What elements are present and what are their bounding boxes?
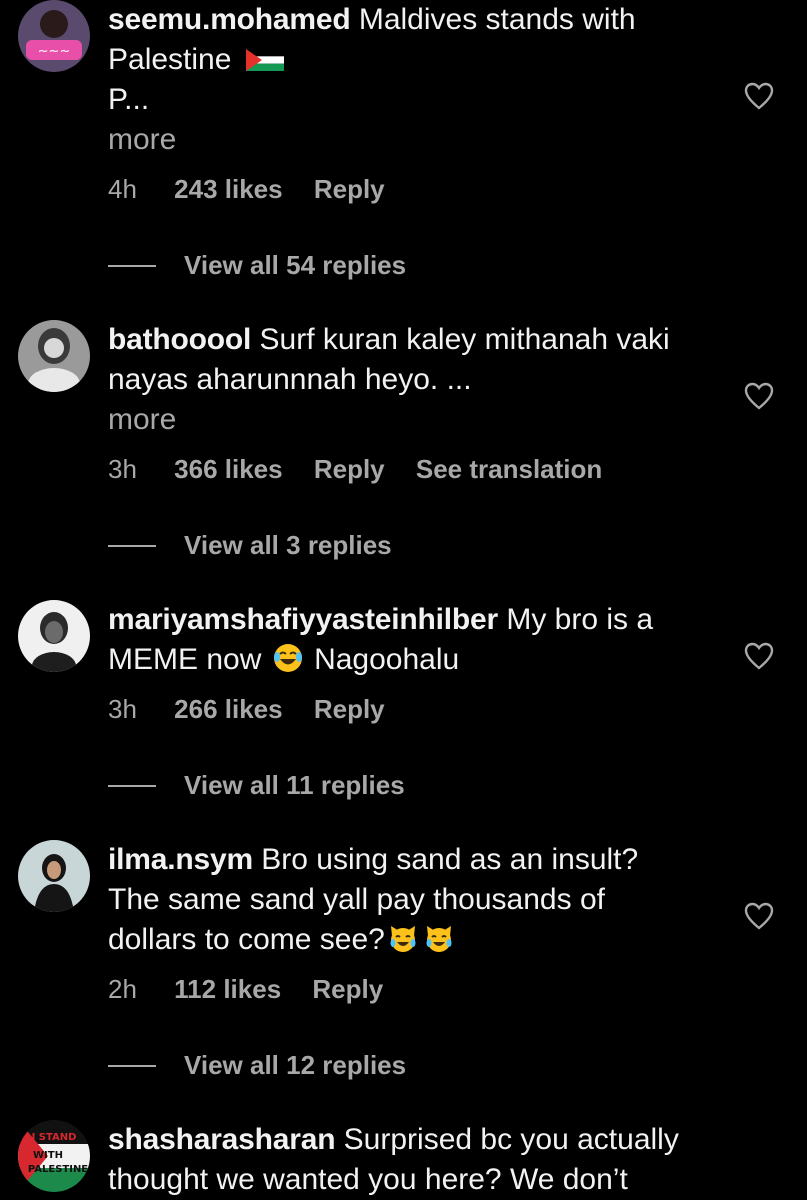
comment-body-line: nayas aharunnnah heyo. ... bbox=[108, 363, 472, 396]
comment-text: seemu.mohamed Maldives stands with Pales… bbox=[108, 0, 708, 160]
comment-body-line: Bro using sand as an insult? bbox=[261, 843, 639, 876]
comment-meta: 3h 366 likes Reply See translation bbox=[108, 454, 626, 485]
comment-body-line: thought we wanted you here? We don’t bbox=[108, 1163, 628, 1196]
view-replies-label: View all 11 replies bbox=[184, 770, 405, 800]
avatar[interactable] bbox=[18, 600, 90, 672]
likes-count[interactable]: 243 likes bbox=[174, 174, 282, 204]
comment-username[interactable]: mariyamshafiyyasteinhilber bbox=[108, 603, 498, 636]
comment-body-line: Surprised bc you actually bbox=[343, 1123, 679, 1156]
comment-text: bathooool Surf kuran kaley mithanah vaki… bbox=[108, 320, 708, 440]
comment-body-line: Surf kuran kaley mithanah vaki bbox=[259, 323, 670, 356]
comment-body-line: Palestine bbox=[108, 43, 232, 76]
comment-username[interactable]: seemu.mohamed bbox=[108, 3, 351, 36]
avatar[interactable] bbox=[18, 840, 90, 912]
heart-outline-icon[interactable] bbox=[744, 382, 774, 410]
comment-username[interactable]: bathooool bbox=[108, 323, 251, 356]
divider bbox=[108, 544, 156, 547]
reply-button[interactable]: Reply bbox=[314, 454, 385, 484]
comment-time: 4h bbox=[108, 174, 137, 204]
see-translation-button[interactable]: See translation bbox=[416, 454, 602, 484]
comment-text: mariyamshafiyyasteinhilber My bro is a M… bbox=[108, 600, 708, 680]
more-link[interactable]: more bbox=[108, 120, 708, 160]
comment-body-line: Nagoohalu bbox=[314, 643, 460, 676]
avatar[interactable]: I STAND WITH PALESTINE bbox=[18, 1120, 90, 1192]
grinning-cat-with-smiling-eyes-emoji bbox=[426, 926, 452, 952]
face-with-tears-of-joy-emoji bbox=[273, 644, 302, 672]
comment-body-line: MEME now bbox=[108, 643, 262, 676]
view-replies-button[interactable]: View all 54 replies bbox=[108, 250, 406, 281]
comment-body-line: dollars to come see? bbox=[108, 923, 385, 956]
avatar[interactable] bbox=[18, 320, 90, 392]
comment-body-line: Maldives stands with bbox=[358, 3, 636, 36]
likes-count[interactable]: 366 likes bbox=[174, 454, 282, 484]
comment-time: 3h bbox=[108, 454, 137, 484]
more-link[interactable]: more bbox=[108, 400, 708, 440]
heart-outline-icon[interactable] bbox=[744, 642, 774, 670]
comment-time: 3h bbox=[108, 694, 137, 724]
likes-count[interactable]: 266 likes bbox=[174, 694, 282, 724]
comment-text: ilma.nsym Bro using sand as an insult? T… bbox=[108, 840, 708, 960]
grinning-cat-with-smiling-eyes-emoji bbox=[390, 926, 416, 952]
avatar-text: I STAND bbox=[32, 1132, 77, 1143]
divider bbox=[108, 264, 156, 267]
avatar-text: PALESTINE bbox=[28, 1164, 88, 1175]
reply-button[interactable]: Reply bbox=[314, 694, 385, 724]
view-replies-label: View all 12 replies bbox=[184, 1050, 407, 1080]
comment-time: 2h bbox=[108, 974, 137, 1004]
view-replies-button[interactable]: View all 12 replies bbox=[108, 1050, 406, 1081]
comment-meta: 2h 112 likes Reply bbox=[108, 974, 407, 1005]
comment-body-line: P... bbox=[108, 83, 150, 116]
divider bbox=[108, 1064, 156, 1067]
heart-outline-icon[interactable] bbox=[744, 82, 774, 110]
svg-text:~~~: ~~~ bbox=[38, 44, 71, 59]
comment-username[interactable]: ilma.nsym bbox=[108, 843, 253, 876]
comment-meta: 3h 266 likes Reply bbox=[108, 694, 409, 725]
comment-body-line: The same sand yall pay thousands of bbox=[108, 883, 605, 916]
comment-body-line: My bro is a bbox=[506, 603, 654, 636]
view-replies-button[interactable]: View all 11 replies bbox=[108, 770, 405, 801]
likes-count[interactable]: 112 likes bbox=[174, 974, 281, 1004]
divider bbox=[108, 784, 156, 787]
comment-username[interactable]: shasharasharan bbox=[108, 1123, 336, 1156]
comment-meta: 4h 243 likes Reply bbox=[108, 174, 409, 205]
palestine-flag-icon bbox=[245, 49, 284, 71]
heart-outline-icon[interactable] bbox=[744, 902, 774, 930]
reply-button[interactable]: Reply bbox=[314, 174, 385, 204]
avatar[interactable]: ~~~ bbox=[18, 0, 90, 72]
comment-text: shasharasharan Surprised bc you actually… bbox=[108, 1120, 708, 1200]
view-replies-button[interactable]: View all 3 replies bbox=[108, 530, 392, 561]
view-replies-label: View all 54 replies bbox=[184, 250, 407, 280]
avatar-text: WITH bbox=[33, 1150, 63, 1161]
view-replies-label: View all 3 replies bbox=[184, 530, 392, 560]
reply-button[interactable]: Reply bbox=[312, 974, 383, 1004]
